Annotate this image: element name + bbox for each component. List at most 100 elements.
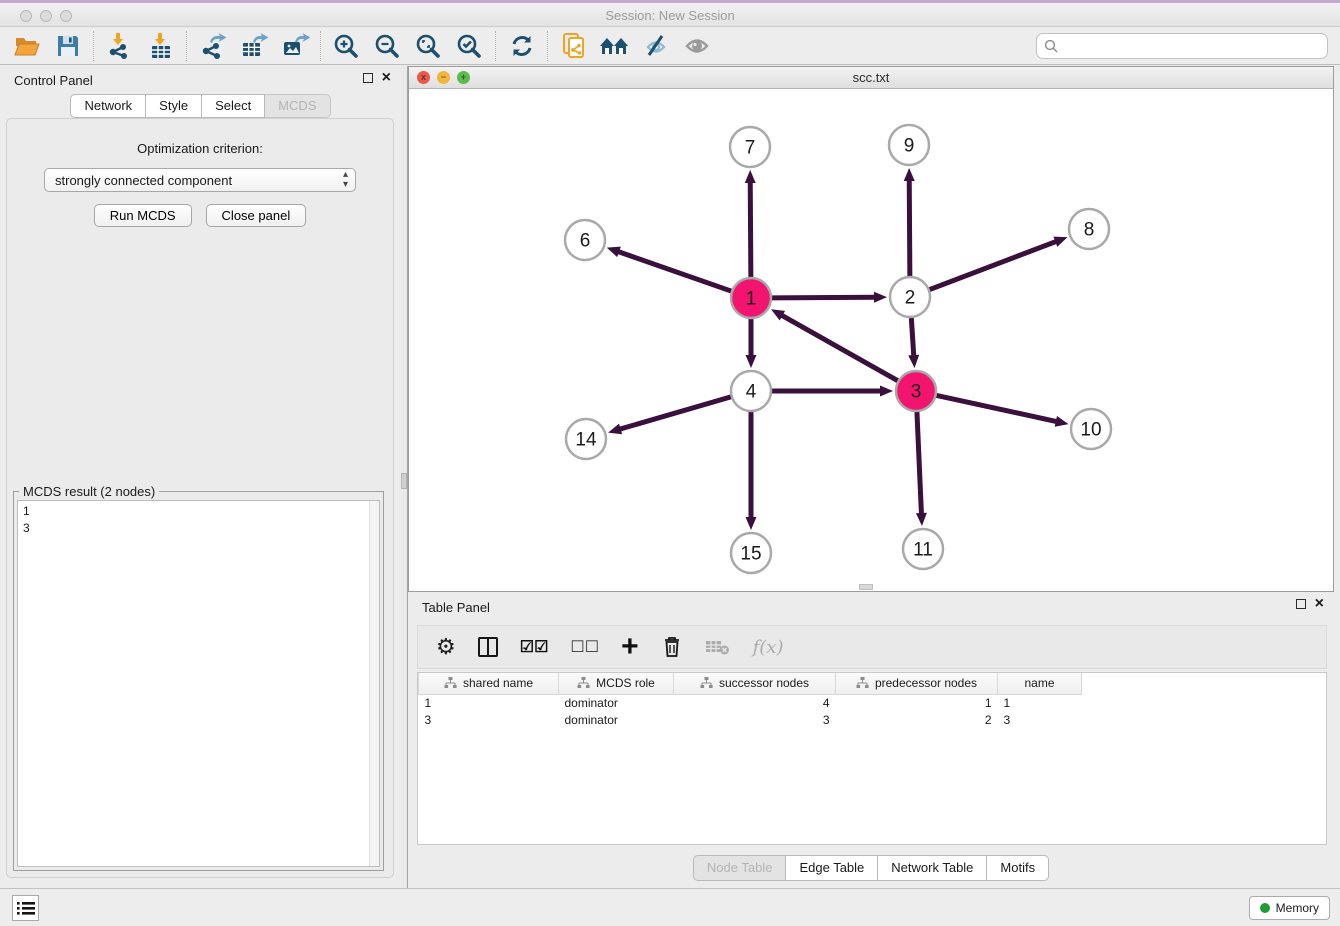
graph-node[interactable]: 10: [1071, 409, 1111, 449]
export-image-icon[interactable]: [274, 29, 315, 63]
network-graph[interactable]: 7 9 6 8 1 2 4 3 14 10 15 11: [409, 89, 1333, 590]
tab-edge-table[interactable]: Edge Table: [786, 855, 878, 881]
tab-mcds[interactable]: MCDS: [265, 94, 330, 118]
delete-column-icon[interactable]: [661, 632, 683, 662]
tab-network[interactable]: Network: [70, 94, 146, 118]
open-file-icon[interactable]: [6, 29, 47, 63]
graph-node[interactable]: 2: [890, 277, 930, 317]
svg-text:2: 2: [905, 288, 916, 309]
graph-edge[interactable]: [608, 397, 731, 434]
network-window-titlebar[interactable]: x − + scc.txt: [409, 67, 1333, 89]
svg-text:15: 15: [740, 544, 761, 565]
table-row[interactable]: 3dominator323: [419, 711, 1082, 728]
function-builder-icon: f(x): [753, 632, 784, 662]
graph-edge[interactable]: [746, 319, 757, 368]
import-table-icon[interactable]: [140, 29, 181, 63]
graph-node[interactable]: 9: [889, 125, 929, 165]
application-window: Session: New Session: [0, 0, 1340, 926]
close-panel-button[interactable]: Close panel: [206, 204, 307, 227]
close-table-panel-icon[interactable]: ×: [1315, 598, 1324, 610]
splitter-handle[interactable]: [401, 473, 407, 489]
graph-node[interactable]: 14: [566, 419, 606, 459]
tab-motifs[interactable]: Motifs: [987, 855, 1049, 881]
float-panel-icon[interactable]: [363, 73, 373, 83]
close-panel-icon[interactable]: ×: [382, 72, 391, 84]
graph-edge[interactable]: [908, 318, 919, 368]
network-close-button[interactable]: x: [417, 71, 430, 84]
result-scrollbar[interactable]: [369, 501, 379, 866]
network-canvas[interactable]: 7 9 6 8 1 2 4 3 14 10 15 11: [409, 89, 1333, 590]
graph-node[interactable]: 1: [731, 278, 771, 318]
mcds-result-text[interactable]: 1 3: [17, 500, 380, 867]
network-window: x − + scc.txt 7 9 6 8 1 2 4 3 14 10 15 11: [408, 66, 1334, 592]
graph-edge[interactable]: [607, 247, 731, 291]
memory-label: Memory: [1276, 901, 1319, 915]
canvas-resize-handle[interactable]: [859, 584, 873, 590]
run-mcds-button[interactable]: Run MCDS: [94, 204, 192, 227]
deselect-all-rows-icon[interactable]: ☐☐: [570, 632, 599, 662]
graph-edge[interactable]: [771, 309, 898, 380]
svg-text:3: 3: [911, 382, 922, 403]
add-column-icon[interactable]: +: [621, 632, 639, 662]
zoom-in-icon[interactable]: [326, 29, 367, 63]
graph-node[interactable]: 4: [731, 371, 771, 411]
svg-text:1: 1: [746, 289, 757, 310]
table-panel-title: Table Panel: [422, 600, 490, 615]
graph-edge[interactable]: [916, 412, 927, 526]
import-network-icon[interactable]: [99, 29, 140, 63]
task-history-button[interactable]: [12, 895, 39, 921]
toolbar-separator: [320, 31, 321, 61]
graph-edge[interactable]: [745, 170, 756, 277]
save-session-icon[interactable]: [47, 29, 88, 63]
tab-network-table[interactable]: Network Table: [878, 855, 987, 881]
zoom-selected-icon[interactable]: [449, 29, 490, 63]
network-minimize-button[interactable]: −: [437, 71, 450, 84]
show-all-icon[interactable]: [676, 29, 717, 63]
control-panel: Control Panel × Network Style Select MCD…: [0, 66, 401, 888]
tab-style[interactable]: Style: [146, 94, 202, 118]
graph-edge[interactable]: [772, 386, 893, 397]
network-window-title: scc.txt: [409, 67, 1333, 85]
mcds-result-title: MCDS result (2 nodes): [19, 484, 159, 499]
graph-edge[interactable]: [930, 237, 1068, 290]
tab-select[interactable]: Select: [202, 94, 265, 118]
panel-splitter[interactable]: [401, 66, 408, 888]
graph-edge[interactable]: [772, 292, 887, 303]
refresh-icon[interactable]: [501, 29, 542, 63]
graph-node[interactable]: 11: [903, 529, 943, 569]
column-header[interactable]: successor nodes: [674, 673, 836, 694]
graph-edge[interactable]: [746, 412, 757, 530]
search-input[interactable]: [1059, 36, 1327, 56]
settings-icon[interactable]: ⚙: [436, 632, 456, 662]
zoom-fit-icon[interactable]: [408, 29, 449, 63]
column-header[interactable]: predecessor nodes: [836, 673, 998, 694]
graph-node[interactable]: 8: [1069, 209, 1109, 249]
graph-node[interactable]: 7: [730, 127, 770, 167]
tab-node-table[interactable]: Node Table: [693, 855, 787, 881]
zoom-out-icon[interactable]: [367, 29, 408, 63]
node-table[interactable]: shared nameMCDS rolesuccessor nodesprede…: [417, 672, 1327, 845]
svg-text:11: 11: [913, 540, 933, 561]
memory-button[interactable]: Memory: [1249, 896, 1330, 920]
column-header[interactable]: shared name: [419, 673, 559, 694]
split-panel-icon[interactable]: [478, 632, 498, 662]
graph-edge[interactable]: [937, 395, 1069, 426]
column-header[interactable]: MCDS role: [559, 673, 674, 694]
table-row[interactable]: 1dominator411: [419, 694, 1082, 711]
export-network-icon[interactable]: [192, 29, 233, 63]
memory-status-icon: [1260, 903, 1270, 913]
graph-edge[interactable]: [904, 168, 915, 276]
criterion-select[interactable]: strongly connected component ▴▾: [44, 168, 356, 192]
graph-node[interactable]: 15: [731, 533, 771, 573]
network-maximize-button[interactable]: +: [457, 71, 470, 84]
export-table-icon[interactable]: [233, 29, 274, 63]
graph-node[interactable]: 3: [896, 371, 936, 411]
search-field[interactable]: [1036, 33, 1328, 59]
column-header[interactable]: name: [998, 673, 1082, 694]
graph-node[interactable]: 6: [565, 220, 605, 260]
float-table-panel-icon[interactable]: [1296, 599, 1306, 609]
hide-selected-icon[interactable]: [635, 29, 676, 63]
first-neighbors-icon[interactable]: [594, 29, 635, 63]
select-all-rows-icon[interactable]: ☑☑: [520, 632, 549, 662]
clone-network-icon[interactable]: [553, 29, 594, 63]
